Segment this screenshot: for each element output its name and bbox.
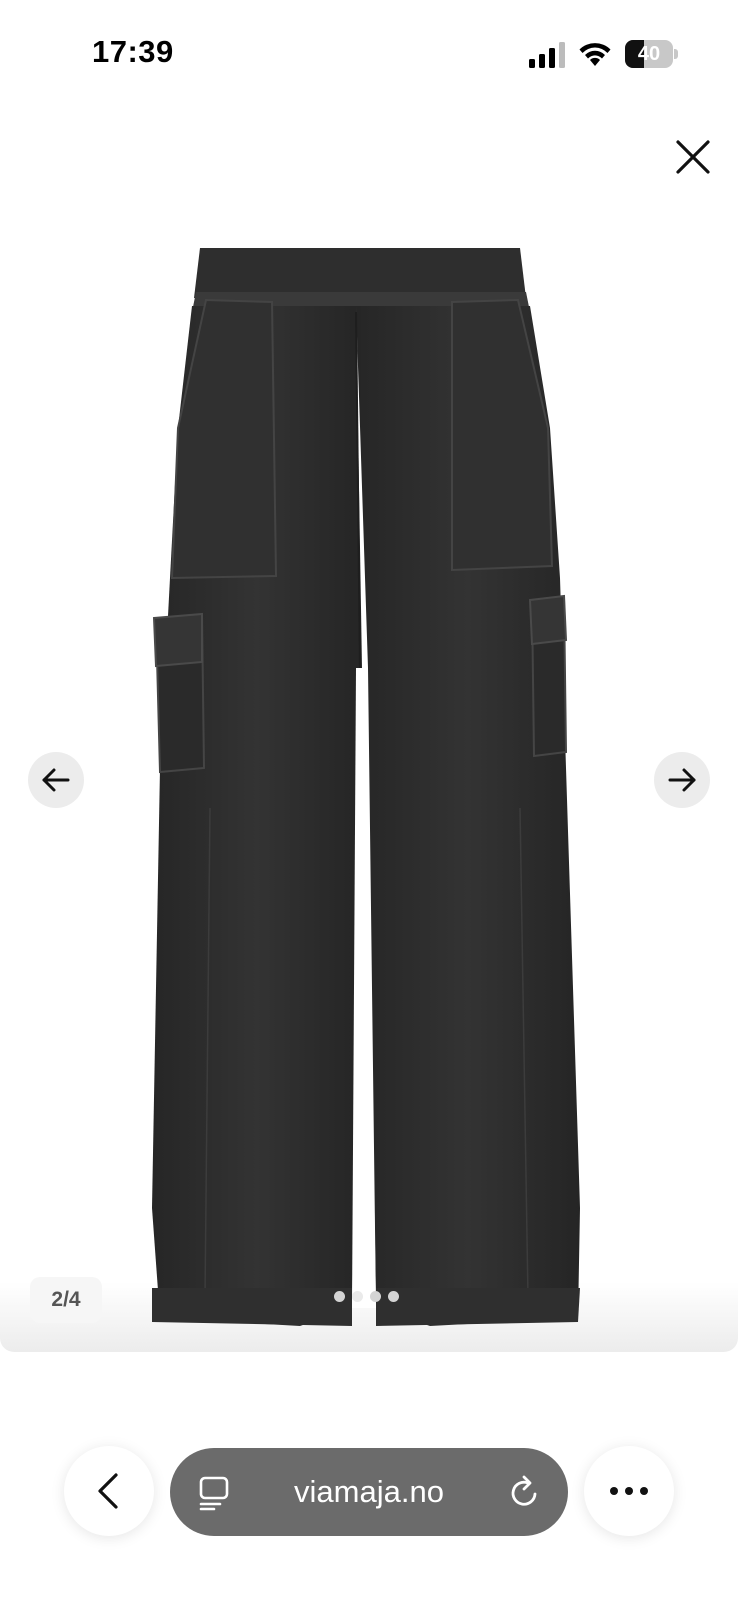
cellular-signal-icon bbox=[529, 42, 565, 68]
product-image-cargo-pants[interactable] bbox=[0, 248, 738, 1352]
arrow-left-icon bbox=[42, 768, 70, 792]
battery-indicator: 40 bbox=[625, 40, 678, 68]
battery-percent: 40 bbox=[637, 43, 661, 65]
reload-icon[interactable] bbox=[508, 1474, 542, 1510]
image-counter: 2/4 bbox=[30, 1277, 102, 1323]
status-bar: 17:39 40 bbox=[0, 0, 738, 110]
wifi-icon bbox=[579, 43, 611, 66]
address-bar[interactable]: viamaja.no bbox=[170, 1448, 568, 1536]
arrow-right-icon bbox=[668, 768, 696, 792]
pagination-dot[interactable] bbox=[352, 1291, 363, 1302]
pagination-dot[interactable] bbox=[388, 1291, 399, 1302]
battery-body: 40 bbox=[625, 40, 673, 68]
status-time: 17:39 bbox=[92, 34, 174, 69]
pagination-dots[interactable] bbox=[334, 1291, 414, 1303]
close-button[interactable] bbox=[668, 132, 718, 182]
previous-image-button[interactable] bbox=[28, 752, 84, 808]
more-dots-icon bbox=[610, 1487, 648, 1495]
pagination-dot[interactable] bbox=[370, 1291, 381, 1302]
product-image-gallery[interactable] bbox=[0, 248, 738, 1352]
close-icon bbox=[676, 140, 710, 174]
chevron-left-icon bbox=[98, 1473, 118, 1509]
next-image-button[interactable] bbox=[654, 752, 710, 808]
more-options-button[interactable] bbox=[584, 1446, 674, 1536]
browser-toolbar: viamaja.no bbox=[0, 1400, 738, 1600]
back-button[interactable] bbox=[64, 1446, 154, 1536]
battery-cap bbox=[674, 49, 678, 59]
pagination-dot[interactable] bbox=[334, 1291, 345, 1302]
